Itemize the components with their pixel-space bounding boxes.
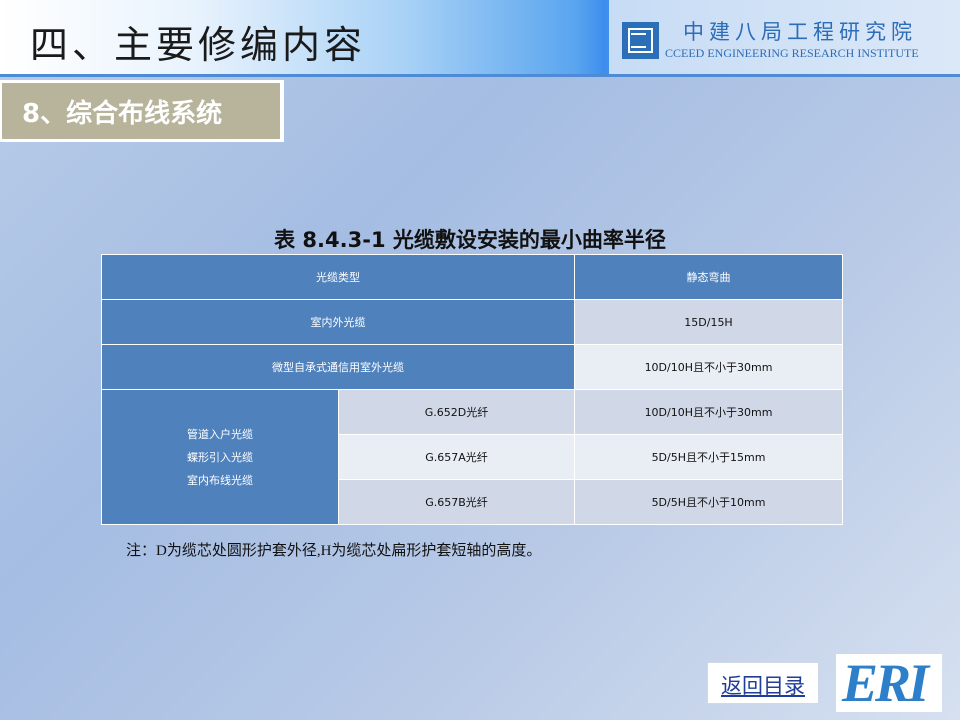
table-row: 管道入户光缆 蝶形引入光缆 室内布线光缆 G.652D光纤 10D/10H且不小… <box>101 389 843 525</box>
section-label: 8、综合布线系统 <box>22 99 223 129</box>
cable-type-line: 蝶形引入光缆 <box>187 450 253 464</box>
eri-logo: ERI <box>836 653 942 713</box>
org-name-cn: 中建八局工程研究院 <box>683 20 917 44</box>
cell-bend-value: 10D/10H且不小于30mm <box>574 344 843 390</box>
table-note: 注：D为缆芯处圆形护套外径,H为缆芯处扁形护套短轴的高度。 <box>126 543 542 559</box>
cell-bend-value: 5D/5H且不小于10mm <box>574 479 843 525</box>
cell-bend-value: 10D/10H且不小于30mm <box>574 389 843 435</box>
header-divider <box>0 74 960 77</box>
cell-cable-type: 微型自承式通信用室外光缆 <box>101 344 575 390</box>
cell-fiber-type: G.657A光纤 <box>338 434 575 480</box>
table-row: 室内外光缆 15D/15H <box>101 299 843 345</box>
page-title: 四、主要修编内容 <box>30 23 367 67</box>
table-caption: 表 8.4.3-1 光缆敷设安装的最小曲率半径 <box>274 228 666 252</box>
cell-fiber-type: G.652D光纤 <box>338 389 575 435</box>
cell-bend-value: 15D/15H <box>574 299 843 345</box>
table-header-row: 光缆类型 静态弯曲 <box>101 254 843 300</box>
cell-bend-value: 5D/5H且不小于15mm <box>574 434 843 480</box>
cell-fiber-type: G.657B光纤 <box>338 479 575 525</box>
header-cell-type: 光缆类型 <box>101 254 575 300</box>
cell-cable-type: 室内外光缆 <box>101 299 575 345</box>
header-cell-bend: 静态弯曲 <box>574 254 843 300</box>
org-logo-icon <box>622 22 659 59</box>
back-to-contents-label[interactable]: 返回目录 <box>721 670 805 700</box>
back-to-contents-button[interactable]: 返回目录 <box>707 662 819 704</box>
org-name-en: CCEED ENGINEERING RESEARCH INSTITUTE <box>665 46 919 60</box>
table-row: 微型自承式通信用室外光缆 10D/10H且不小于30mm <box>101 344 843 390</box>
section-heading: 8、综合布线系统 <box>0 80 284 142</box>
cell-cable-type-group: 管道入户光缆 蝶形引入光缆 室内布线光缆 <box>101 389 339 525</box>
org-brand: 中建八局工程研究院 CCEED ENGINEERING RESEARCH INS… <box>609 0 960 74</box>
cable-type-line: 室内布线光缆 <box>187 473 253 487</box>
header-bar: 四、主要修编内容 中建八局工程研究院 CCEED ENGINEERING RES… <box>0 0 960 74</box>
bend-radius-table: 光缆类型 静态弯曲 室内外光缆 15D/15H 微型自承式通信用室外光缆 10D… <box>101 254 843 525</box>
eri-logo-text: ERI <box>842 653 929 713</box>
cable-type-line: 管道入户光缆 <box>187 427 253 441</box>
